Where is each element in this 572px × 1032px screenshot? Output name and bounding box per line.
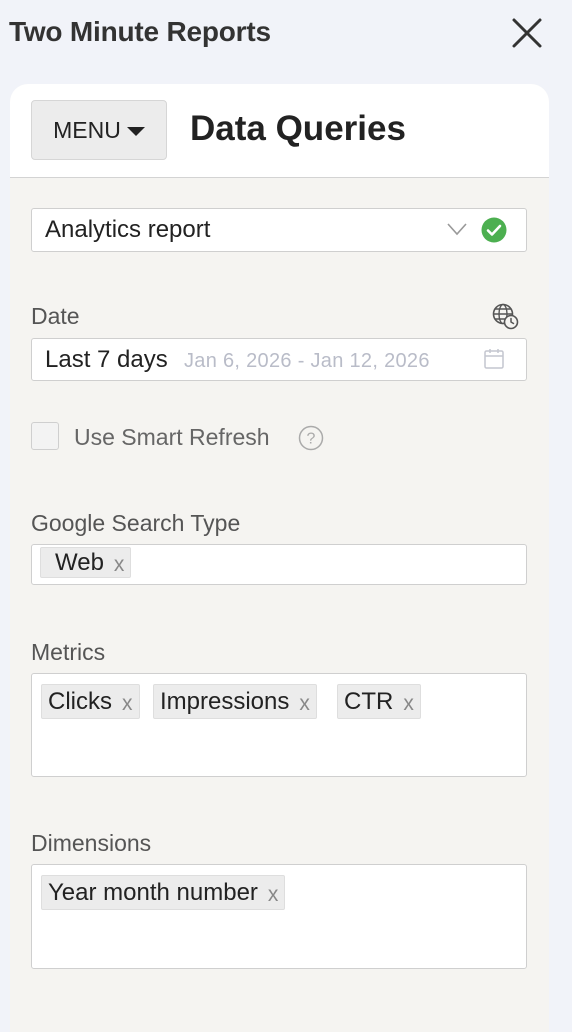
tag-clicks: Clicks x (41, 684, 140, 719)
timezone-button[interactable] (492, 303, 519, 335)
date-range-text: Jan 6, 2026 - Jan 12, 2026 (184, 350, 430, 372)
smart-refresh-checkbox[interactable] (31, 422, 59, 450)
app-title: Two Minute Reports (9, 16, 271, 47)
tag-label: Impressions (160, 687, 290, 715)
dimensions-label: Dimensions (31, 830, 152, 856)
caret-down-icon (126, 126, 145, 136)
tag-label: Clicks (48, 687, 112, 715)
tag-ctr: CTR x (337, 684, 421, 719)
close-button[interactable] (510, 16, 544, 50)
search-type-multiselect[interactable]: Web x (31, 544, 527, 585)
date-preset-value: Last 7 days (45, 346, 168, 373)
smart-refresh-help[interactable]: ? (298, 425, 324, 456)
tag-year-month-number: Year month number x (41, 875, 286, 910)
date-label: Date (31, 303, 80, 329)
smart-refresh-label: Use Smart Refresh (74, 424, 270, 450)
calendar-icon (484, 349, 504, 369)
remove-tag-button[interactable]: x (114, 553, 125, 577)
menu-button[interactable]: MENU (31, 100, 167, 160)
remove-tag-button[interactable]: x (299, 692, 310, 716)
close-icon (512, 18, 542, 48)
panel-header: MENU Data Queries (10, 84, 549, 178)
check-circle-icon (481, 217, 507, 243)
query-type-value: Analytics report (45, 216, 211, 243)
query-type-select[interactable]: Analytics report (31, 208, 527, 252)
dimensions-multiselect[interactable]: Year month number x (31, 864, 527, 969)
globe-clock-icon (492, 303, 519, 330)
tag-impressions: Impressions x (153, 684, 317, 719)
svg-text:?: ? (307, 431, 316, 448)
menu-button-label: MENU (53, 116, 121, 143)
chevron-down-icon (447, 223, 467, 236)
metrics-multiselect[interactable]: Clicks x Impressions x CTR x (31, 673, 527, 777)
tag-web: Web x (40, 547, 132, 578)
question-circle-icon: ? (298, 425, 324, 451)
tag-label: Year month number (48, 878, 258, 906)
remove-tag-button[interactable]: x (122, 692, 133, 716)
search-type-label: Google Search Type (31, 510, 241, 536)
tag-label: Web (55, 548, 104, 576)
metrics-label: Metrics (31, 639, 106, 665)
remove-tag-button[interactable]: x (403, 692, 414, 716)
page-title: Data Queries (190, 109, 406, 148)
date-range-input[interactable]: Last 7 days Jan 6, 2026 - Jan 12, 2026 (31, 338, 527, 381)
remove-tag-button[interactable]: x (268, 883, 279, 907)
sidebar-panel: MENU Data Queries Analytics report Date … (10, 84, 549, 1032)
tag-label: CTR (344, 687, 394, 715)
